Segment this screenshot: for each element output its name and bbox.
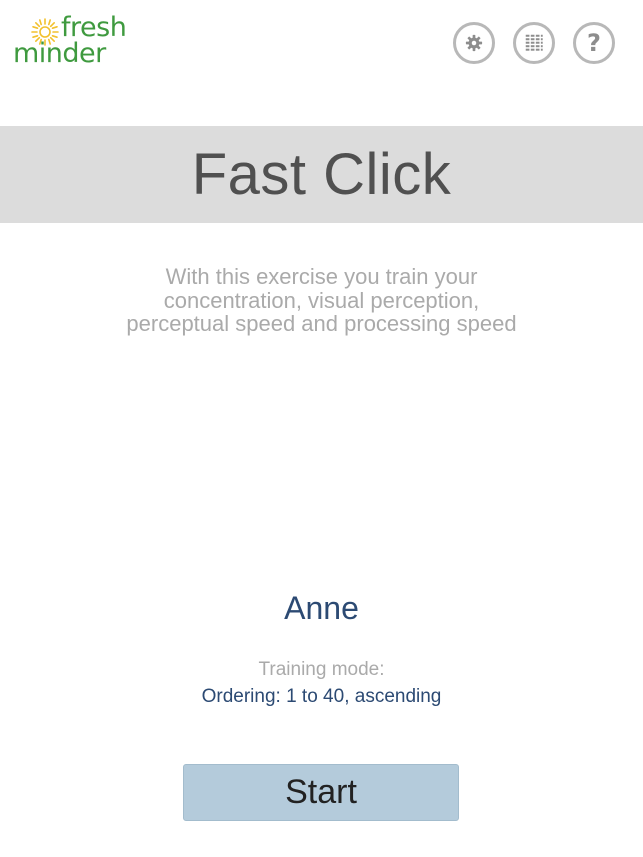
description-line: concentration, visual perception,	[163, 287, 480, 313]
settings-button[interactable]	[453, 22, 495, 64]
training-mode-value[interactable]: Ordering: 1 to 40, ascending	[0, 686, 643, 708]
logo-text-minder: minder	[13, 38, 106, 69]
freshminder-logo: fresh minder	[13, 12, 153, 70]
exercise-description: With this exercise you train your concen…	[0, 265, 643, 336]
grid-icon	[525, 34, 543, 51]
description-line: perceptual speed and processing speed	[126, 311, 517, 336]
title-bar: Fast Click	[0, 126, 643, 223]
user-name[interactable]: Anne	[0, 590, 643, 627]
gear-icon	[465, 34, 483, 52]
start-button[interactable]: Start	[183, 764, 459, 821]
top-toolbar: ?	[453, 22, 615, 64]
description-line: With this exercise you train your	[165, 264, 478, 289]
help-button[interactable]: ?	[573, 22, 615, 64]
statistics-button[interactable]	[513, 22, 555, 64]
help-icon: ?	[587, 29, 601, 57]
exercise-title: Fast Click	[191, 142, 452, 207]
training-mode-label: Training mode:	[258, 659, 385, 680]
